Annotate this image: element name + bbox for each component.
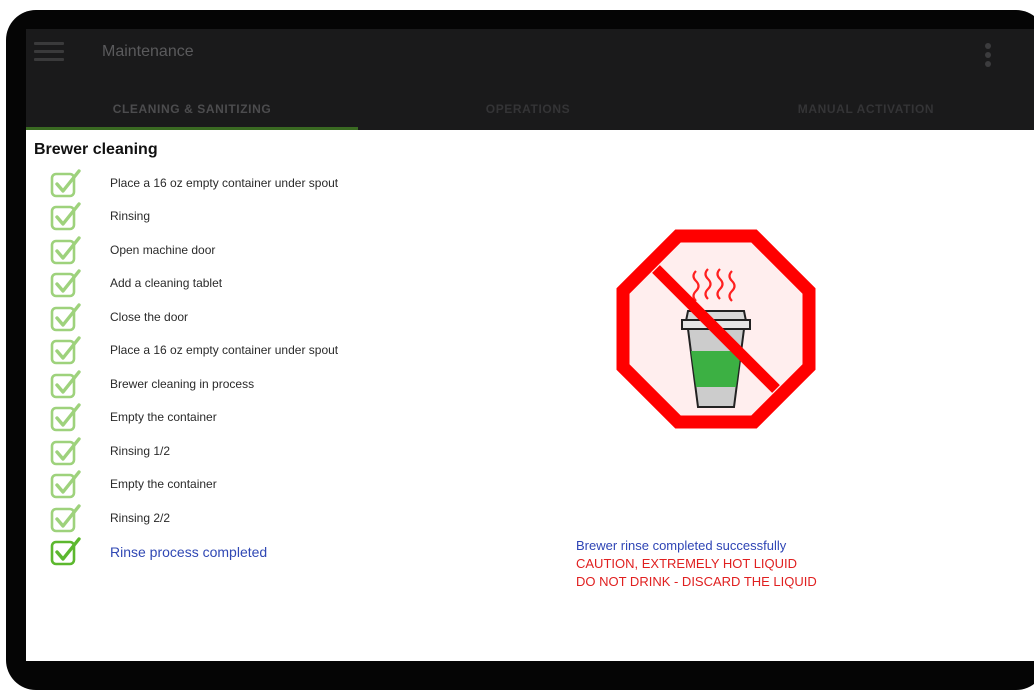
- checkbox-checked-icon: [50, 336, 82, 366]
- step-label: Open machine door: [110, 242, 216, 257]
- step-item: Place a 16 oz empty container under spou…: [26, 336, 546, 368]
- hamburger-menu-icon[interactable]: [34, 42, 64, 66]
- step-label: Brewer cleaning in process: [110, 376, 255, 391]
- step-item: Close the door: [26, 303, 546, 335]
- step-item: Rinsing 2/2: [26, 503, 546, 536]
- step-label: Rinsing 1/2: [110, 443, 171, 458]
- checkbox-checked-icon: [50, 537, 82, 567]
- no-drinking-sign-icon: [616, 229, 816, 429]
- step-label: Close the door: [110, 309, 189, 324]
- checkbox-checked-icon: [50, 169, 82, 199]
- caution-message: CAUTION, EXTREMELY HOT LIQUID: [576, 556, 798, 571]
- success-message: Brewer rinse completed successfully: [576, 538, 787, 553]
- active-tab-indicator: [26, 127, 358, 130]
- app-title: Maintenance: [102, 43, 194, 60]
- step-label: Add a cleaning tablet: [110, 276, 223, 291]
- warning-message: DO NOT DRINK - DISCARD THE LIQUID: [576, 574, 817, 589]
- step-item: Rinsing 1/2: [26, 436, 546, 469]
- app-bar: Maintenance CLEANING & SANITIZING OPERAT…: [26, 29, 1034, 130]
- step-item: Empty the container: [26, 470, 546, 502]
- step-label: Place a 16 oz empty container under spou…: [110, 343, 339, 358]
- step-label: Place a 16 oz empty container under spou…: [110, 176, 339, 190]
- step-item: Brewer cleaning in process: [26, 369, 546, 402]
- step-item: Add a cleaning tablet: [26, 269, 546, 301]
- checkbox-checked-icon: [50, 436, 82, 467]
- step-item: Empty the container: [26, 403, 546, 435]
- checkbox-checked-icon: [50, 369, 82, 400]
- checkbox-checked-icon: [50, 503, 82, 534]
- step-label: Rinsing: [110, 209, 151, 224]
- checkbox-checked-icon: [50, 303, 82, 333]
- step-item: Rinse process completed: [26, 537, 546, 569]
- section-title: Brewer cleaning: [34, 141, 158, 158]
- step-item: Rinsing: [26, 202, 546, 234]
- app-screen: Maintenance CLEANING & SANITIZING OPERAT…: [26, 29, 1034, 661]
- checkbox-checked-icon: [50, 470, 82, 500]
- tab-operations[interactable]: OPERATIONS: [358, 99, 698, 130]
- step-label: Rinsing 2/2: [110, 510, 171, 525]
- step-item: Open machine door: [26, 236, 546, 268]
- checkbox-checked-icon: [50, 202, 82, 232]
- step-label: Rinse process completed: [110, 543, 268, 560]
- tab-manual-activation[interactable]: MANUAL ACTIVATION: [698, 99, 1034, 130]
- step-label: Empty the container: [110, 410, 217, 425]
- checkbox-checked-icon: [50, 236, 82, 266]
- checkbox-checked-icon: [50, 269, 82, 299]
- more-vert-icon[interactable]: [983, 43, 993, 73]
- step-item: Place a 16 oz empty container under spou…: [26, 169, 546, 201]
- tab-cleaning-sanitizing[interactable]: CLEANING & SANITIZING: [26, 99, 358, 130]
- step-label: Empty the container: [110, 477, 217, 492]
- checkbox-checked-icon: [50, 403, 82, 433]
